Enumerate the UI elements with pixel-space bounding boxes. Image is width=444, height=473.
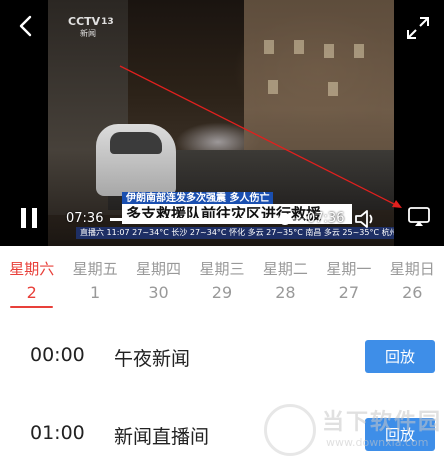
screen-cast-button[interactable] [406,205,432,229]
day-number: 30 [148,283,169,302]
screen-cast-icon [408,207,430,226]
day-name: 星期四 [136,260,182,278]
chevron-left-icon [19,15,32,37]
speaker-icon [355,210,373,228]
day-name: 星期日 [389,260,435,278]
news-ticker: 直播六 11:07 27~34°C 长沙 27~34°C 怀化 多云 27~35… [76,227,394,239]
replay-button[interactable]: 回放 [365,340,435,373]
day-tabs: 星期六 2 星期五 1 星期四 30 星期三 29 星期二 28 星期一 27 星期日 26 [0,246,444,312]
progress-knob[interactable] [278,213,291,225]
total-time: 07:36 [307,211,345,226]
day-number: 28 [275,283,296,302]
day-name: 星期一 [326,260,372,278]
current-time: 07:36 [66,211,104,226]
day-name: 星期六 [9,260,55,278]
progress-fill [110,218,285,221]
tab-day[interactable]: 星期五 1 [63,246,126,312]
schedule-row[interactable]: 00:00 午夜新闻 回放 [0,316,444,398]
volume-button[interactable] [354,208,378,230]
replay-button[interactable]: 回放 [365,418,435,451]
tab-day[interactable]: 星期四 30 [127,246,190,312]
program-title: 午夜新闻 [114,348,191,370]
tab-day[interactable]: 星期日 26 [381,246,444,312]
back-button[interactable] [12,12,40,40]
day-name: 星期三 [199,260,245,278]
video-player[interactable]: CCTV13 新闻 伊朗南部连发多次强震 多人伤亡 多支救援队前往灾区进行救援 … [0,0,444,246]
day-name: 星期二 [262,260,308,278]
expand-diagonal-icon [407,17,429,39]
day-name: 星期五 [72,260,118,278]
tab-day[interactable]: 星期六 2 [0,246,63,312]
day-number: 26 [402,283,423,302]
day-number: 1 [90,283,101,302]
pause-icon [21,208,37,228]
program-title: 新闻直播间 [114,426,210,448]
tab-day[interactable]: 星期一 27 [317,246,380,312]
day-number: 27 [338,283,359,302]
program-time: 00:00 [30,344,85,366]
program-time: 01:00 [30,422,85,444]
day-number: 2 [26,283,37,302]
day-number: 29 [211,283,233,302]
progress-bar[interactable] [110,213,304,225]
schedule-row[interactable]: 01:00 新闻直播间 回放 [0,394,444,473]
tab-day[interactable]: 星期二 28 [254,246,317,312]
tab-day[interactable]: 星期三 29 [190,246,253,312]
fullscreen-button[interactable] [404,14,432,42]
play-pause-button[interactable] [16,205,42,231]
